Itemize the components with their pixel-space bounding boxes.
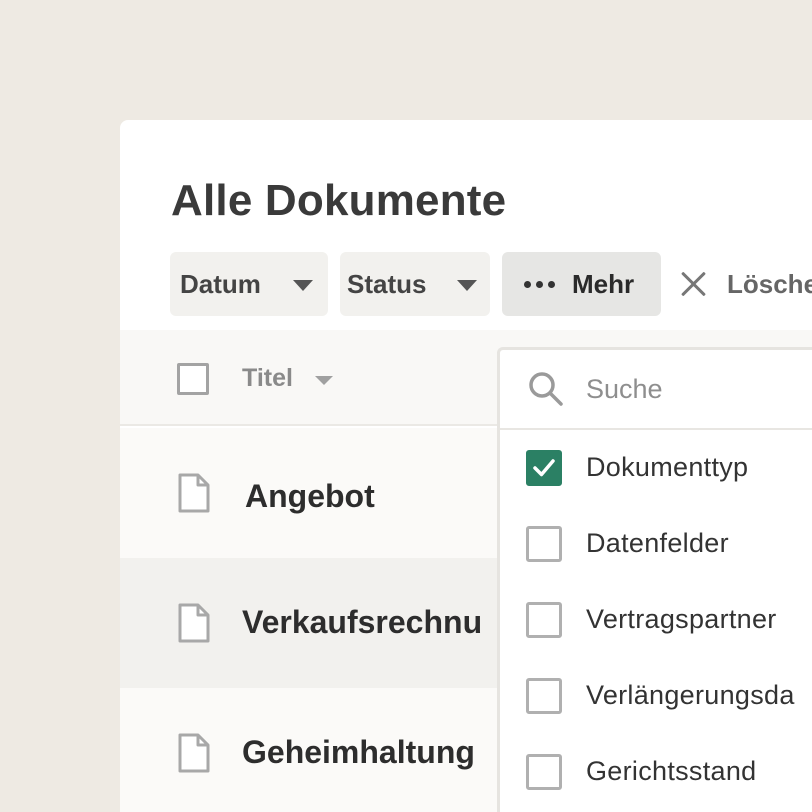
clear-filters-label: Lösche [727,268,812,299]
column-header-title[interactable]: Titel [242,364,293,393]
date-filter-button[interactable]: Datum [170,252,328,316]
page-title: Alle Dokumente [171,176,507,225]
option-datenfelder[interactable]: Datenfelder [500,504,812,580]
documents-panel: Alle Dokumente Datum Status Mehr Lösche … [120,120,812,812]
search-icon [529,372,563,406]
status-filter-button[interactable]: Status [340,252,490,316]
more-filters-label: Mehr [572,268,635,299]
option-verlaengerungsdatum[interactable]: Verlängerungsda [500,656,812,732]
option-dokumenttyp[interactable]: Dokumenttyp [500,428,812,504]
status-filter-label: Status [347,268,427,299]
clear-filters-button[interactable]: Lösche [680,252,812,316]
document-icon [178,603,210,643]
more-dots-icon [524,280,555,288]
row-title[interactable]: Verkaufsrechnu [242,604,482,641]
close-icon [680,271,706,297]
search-input[interactable] [586,369,812,409]
sort-caret-icon[interactable] [315,376,333,385]
select-all-checkbox[interactable] [177,363,209,395]
date-filter-label: Datum [180,268,261,299]
option-label: Gerichtsstand [586,756,757,786]
option-vertragspartner[interactable]: Vertragspartner [500,580,812,656]
caret-down-icon [457,280,477,291]
option-checkbox-checked[interactable] [526,450,562,486]
checkmark-icon [533,459,555,477]
document-icon [178,733,210,773]
option-checkbox[interactable] [526,678,562,714]
option-label: Dokumenttyp [586,452,749,482]
document-icon [178,473,210,513]
option-label: Datenfelder [586,528,729,558]
column-picker-dropdown: Dokumenttyp Datenfelder Vertragspartner … [497,347,812,812]
option-checkbox[interactable] [526,754,562,790]
more-filters-button[interactable]: Mehr [502,252,661,316]
caret-down-icon [293,280,313,291]
dropdown-search [500,350,812,430]
row-title[interactable]: Geheimhaltung [242,734,475,771]
option-checkbox[interactable] [526,602,562,638]
option-checkbox[interactable] [526,526,562,562]
row-title[interactable]: Angebot [245,478,375,515]
option-label: Vertragspartner [586,604,777,634]
option-label: Verlängerungsda [586,680,795,710]
option-gerichtsstand[interactable]: Gerichtsstand [500,732,812,808]
